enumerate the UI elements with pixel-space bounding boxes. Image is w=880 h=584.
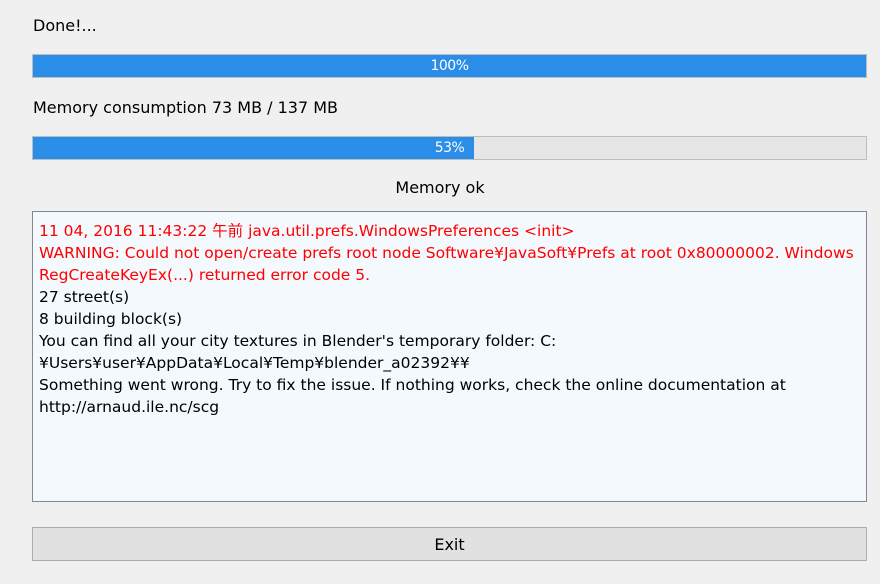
log-line: 8 building block(s) <box>39 310 183 328</box>
generation-progress-bar: 100% <box>32 54 867 78</box>
memory-progress-bar: 53% <box>32 136 867 160</box>
generation-progress-text: 100% <box>430 58 469 74</box>
exit-button[interactable]: Exit <box>32 527 867 561</box>
log-line: 27 street(s) <box>39 288 130 306</box>
log-output[interactable]: 11 04, 2016 11:43:22 午前 java.util.prefs.… <box>32 211 867 502</box>
status-label: Done!... <box>33 16 97 35</box>
log-line: 11 04, 2016 11:43:22 午前 java.util.prefs.… <box>39 222 575 240</box>
log-line: WARNING: Could not open/create prefs roo… <box>39 244 854 284</box>
memory-status: Memory ok <box>395 178 485 197</box>
log-line: Something went wrong. Try to fix the iss… <box>39 376 786 416</box>
memory-consumption-label: Memory consumption 73 MB / 137 MB <box>33 98 339 117</box>
memory-progress-text: 53% <box>434 140 465 156</box>
log-line: You can find all your city textures in B… <box>39 332 557 372</box>
